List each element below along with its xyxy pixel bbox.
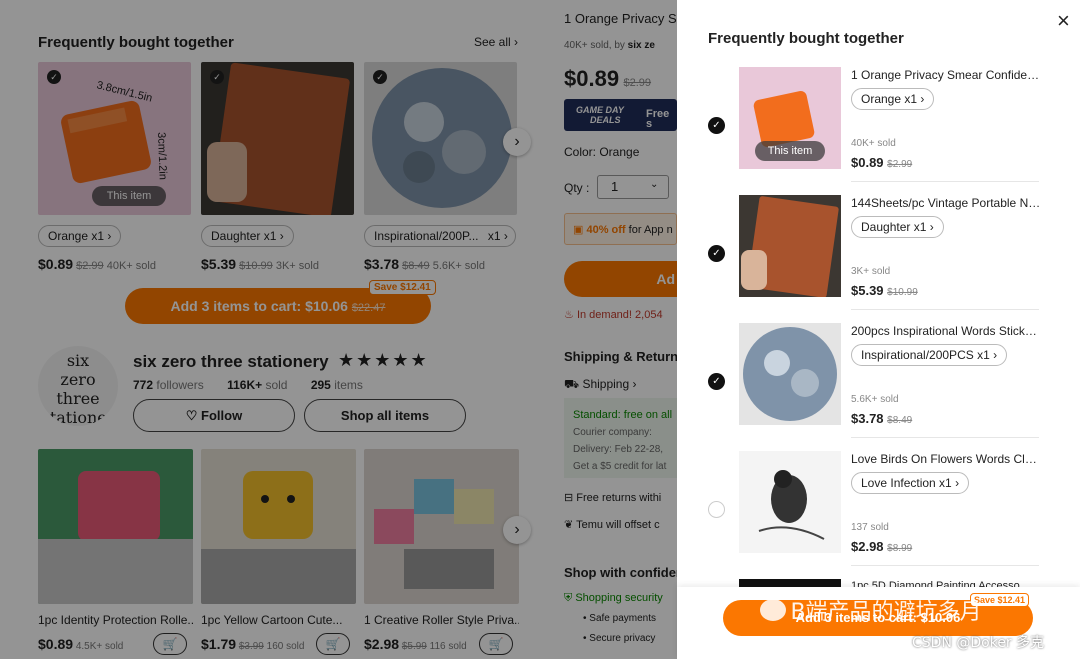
original-price: $8.49 <box>887 415 913 426</box>
drawer-item-sold: 137 sold <box>851 522 889 533</box>
this-item-badge: This item <box>755 141 825 161</box>
price: $3.78 <box>851 411 884 426</box>
variant-chip[interactable]: Daughter x1 › <box>851 216 944 238</box>
watermark-text: B端产品的避坑多月 <box>790 600 982 625</box>
divider <box>851 309 1039 310</box>
drawer-price-row: $2.98 $8.99 <box>851 539 912 554</box>
variant-chip-label: Orange x1 <box>861 92 918 106</box>
variant-chip[interactable]: Love Infection x1 › <box>851 472 970 494</box>
price: $5.39 <box>851 283 884 298</box>
checkbox-checked-icon[interactable]: ✓ <box>708 117 725 134</box>
drawer-item-title[interactable]: 200pcs Inspirational Words Sticke... <box>851 324 1041 338</box>
bird-illustration <box>758 470 825 540</box>
drawer-price-row: $0.89 $2.99 <box>851 155 912 170</box>
divider <box>851 181 1039 182</box>
drawer-item-title[interactable]: Love Birds On Flowers Words Clea... <box>851 452 1041 466</box>
checkbox-unchecked-icon[interactable] <box>708 501 725 518</box>
journal-illustration <box>741 196 839 297</box>
drawer-price-row: $3.78 $8.49 <box>851 411 912 426</box>
drawer-title: Frequently bought together <box>708 30 904 47</box>
variant-chip-label: Inspirational/200PCS x1 <box>861 348 990 362</box>
drawer-item-image[interactable] <box>739 451 841 553</box>
drawer-item: ✓ This item 1 Orange Privacy Smear Confi… <box>677 60 1080 188</box>
original-price: $2.99 <box>887 159 913 170</box>
checkbox-checked-icon[interactable]: ✓ <box>708 245 725 262</box>
divider <box>851 437 1039 438</box>
drawer-item: ✓ 144Sheets/pc Vintage Portable No... Da… <box>677 188 1080 316</box>
variant-chip-label: Daughter x1 <box>861 220 927 234</box>
fbt-drawer: × Frequently bought together ✓ This item… <box>677 0 1080 659</box>
drawer-item: Love Birds On Flowers Words Clea... Love… <box>677 444 1080 572</box>
checkbox-checked-icon[interactable]: ✓ <box>708 373 725 390</box>
close-icon[interactable]: × <box>1057 10 1070 32</box>
drawer-item: ✓ 200pcs Inspirational Words Sticke... I… <box>677 316 1080 444</box>
drawer-item-image[interactable] <box>739 323 841 425</box>
wechat-icon <box>760 599 786 621</box>
price: $2.98 <box>851 539 884 554</box>
original-price: $10.99 <box>887 287 918 298</box>
drawer-item-sold: 40K+ sold <box>851 138 896 149</box>
drawer-item-title[interactable]: 1 Orange Privacy Smear Confidenti... <box>851 68 1041 82</box>
watermark: B端产品的避坑多月 <box>760 594 982 626</box>
drawer-item-sold: 5.6K+ sold <box>851 394 899 405</box>
divider <box>851 565 1039 566</box>
drawer-item-image[interactable] <box>739 195 841 297</box>
drawer-item-sold: 3K+ sold <box>851 266 891 277</box>
drawer-item-image[interactable]: This item <box>739 67 841 169</box>
price: $0.89 <box>851 155 884 170</box>
stickers-illustration <box>743 327 837 421</box>
variant-chip[interactable]: Orange x1 › <box>851 88 935 110</box>
csdn-watermark: CSDN @Doker 多克 <box>912 635 1045 651</box>
drawer-price-row: $5.39 $10.99 <box>851 283 918 298</box>
original-price: $8.99 <box>887 543 913 554</box>
drawer-item-title[interactable]: 144Sheets/pc Vintage Portable No... <box>851 196 1041 210</box>
variant-chip-label: Love Infection x1 <box>861 476 952 490</box>
variant-chip[interactable]: Inspirational/200PCS x1 › <box>851 344 1008 366</box>
modal-backdrop[interactable] <box>0 0 677 659</box>
